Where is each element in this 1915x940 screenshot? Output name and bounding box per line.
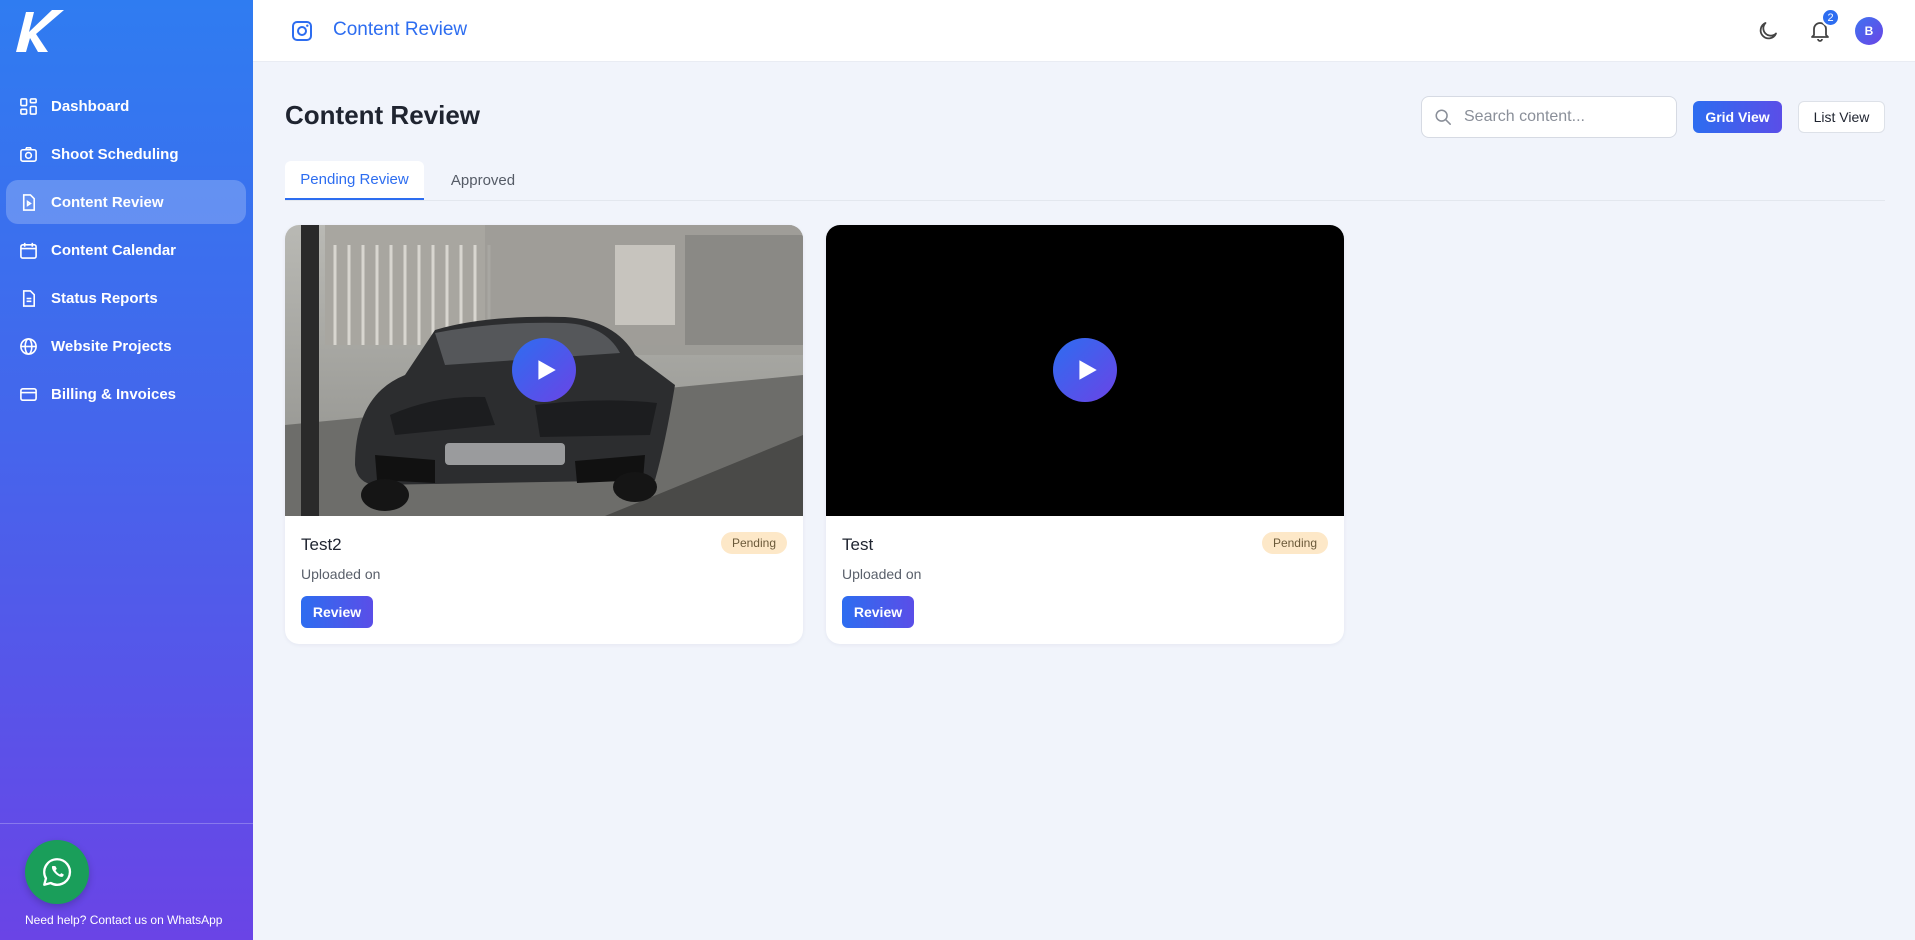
header-title: Content Review [333,19,468,40]
k-logo-icon [16,10,64,52]
globe-icon [18,336,38,356]
sidebar-item-label: Content Calendar [51,241,177,259]
sidebar-item-content-calendar[interactable]: Content Calendar [6,228,246,272]
user-avatar[interactable]: B [1855,17,1883,45]
tab-approved[interactable]: Approved [443,161,523,200]
sidebar: Dashboard Shoot Scheduling Content Revie… [0,0,253,940]
sidebar-item-label: Content Review [51,193,164,211]
card-title: Test2 [301,535,342,554]
whatsapp-button[interactable] [25,840,89,904]
calendar-icon [18,240,38,260]
top-bar: Content Review 2 B [253,0,1915,62]
review-button[interactable]: Review [301,596,373,628]
tab-pending-review[interactable]: Pending Review [285,161,424,200]
instagram-icon [292,21,312,41]
sidebar-item-billing-invoices[interactable]: Billing & Invoices [6,372,246,416]
file-play-icon [18,192,38,212]
search-input[interactable] [1464,108,1664,126]
review-tabs: Pending Review Approved [285,161,1885,201]
dashboard-icon [18,96,38,116]
sidebar-item-shoot-scheduling[interactable]: Shoot Scheduling [6,132,246,176]
play-icon [538,360,556,380]
list-view-button[interactable]: List View [1798,101,1885,133]
page-title: Content Review [285,100,481,130]
play-button[interactable] [1053,338,1117,402]
camera-icon [18,144,38,164]
video-thumbnail-car[interactable] [285,225,803,516]
content-card: Test2 Pending Uploaded on Review [285,225,803,644]
uploaded-on-text: Uploaded on [301,566,381,582]
search-icon [1435,109,1451,125]
uploaded-on-text: Uploaded on [842,566,922,582]
credit-card-icon [18,384,38,404]
sidebar-footer: Need help? Contact us on WhatsApp [0,823,253,940]
notification-count-badge: 2 [1821,8,1840,27]
dark-mode-toggle-icon[interactable] [1756,19,1780,43]
sidebar-item-label: Website Projects [51,337,172,355]
status-badge: Pending [720,532,787,554]
sidebar-item-label: Dashboard [51,97,130,115]
sidebar-nav: Dashboard Shoot Scheduling Content Revie… [6,84,246,420]
whatsapp-help-text[interactable]: Need help? Contact us on WhatsApp [25,913,222,927]
video-thumbnail-black[interactable] [826,225,1344,516]
play-icon [1079,360,1097,380]
review-button[interactable]: Review [842,596,914,628]
sidebar-item-website-projects[interactable]: Website Projects [6,324,246,368]
brand-logo[interactable] [12,6,68,56]
sidebar-item-label: Billing & Invoices [51,385,177,403]
sidebar-item-label: Shoot Scheduling [51,145,179,163]
sidebar-item-content-review[interactable]: Content Review [6,180,246,224]
card-title: Test [842,535,874,554]
sidebar-item-status-reports[interactable]: Status Reports [6,276,246,320]
sidebar-item-label: Status Reports [51,289,158,307]
search-box[interactable] [1421,96,1677,138]
grid-view-button[interactable]: Grid View [1693,101,1782,133]
content-card: Test Pending Uploaded on Review [826,225,1344,644]
whatsapp-icon [43,858,72,886]
report-icon [18,288,38,308]
status-badge: Pending [1261,532,1328,554]
play-button[interactable] [512,338,576,402]
sidebar-item-dashboard[interactable]: Dashboard [6,84,246,128]
